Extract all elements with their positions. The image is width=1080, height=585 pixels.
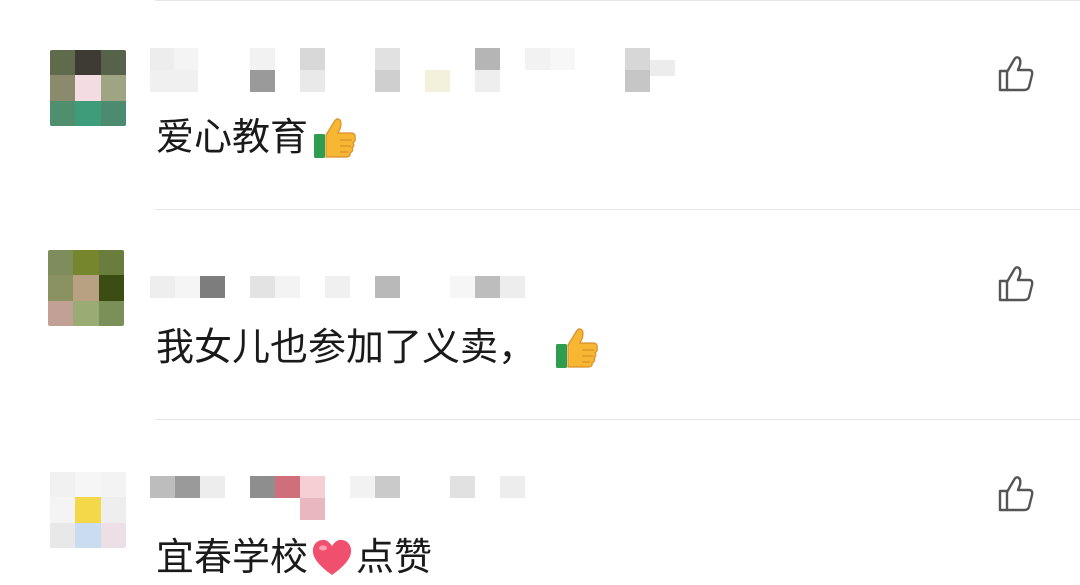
thumbs-up-icon bbox=[556, 328, 598, 368]
comment-body: 我女儿也参加了义卖， bbox=[156, 325, 537, 369]
username-blurred[interactable] bbox=[150, 272, 690, 316]
comment-body: 爱心教育 bbox=[156, 115, 309, 159]
comment-text: 我女儿也参加了义卖， bbox=[156, 322, 600, 372]
comment-item: 爱心教育 bbox=[0, 0, 1080, 210]
like-icon[interactable] bbox=[996, 54, 1036, 94]
comment-body-trailing: 点赞 bbox=[356, 535, 433, 579]
comment-body: 宜春学校 bbox=[156, 535, 309, 579]
thumbs-up-icon bbox=[314, 118, 356, 158]
comment-list: 爱心教育 我女儿也参加了义卖， 宜春学校 点赞 bbox=[0, 0, 1080, 585]
like-icon[interactable] bbox=[996, 264, 1036, 304]
comment-text: 宜春学校 点赞 bbox=[156, 532, 432, 582]
username-blurred[interactable] bbox=[150, 476, 690, 520]
avatar[interactable] bbox=[50, 472, 126, 548]
comment-text: 爱心教育 bbox=[156, 112, 358, 162]
avatar[interactable] bbox=[48, 250, 124, 326]
like-icon[interactable] bbox=[996, 474, 1036, 514]
avatar[interactable] bbox=[50, 50, 126, 126]
heart-icon bbox=[312, 539, 352, 575]
comment-item: 我女儿也参加了义卖， bbox=[0, 210, 1080, 420]
username-blurred[interactable] bbox=[150, 48, 690, 92]
comment-item: 宜春学校 点赞 bbox=[0, 420, 1080, 585]
